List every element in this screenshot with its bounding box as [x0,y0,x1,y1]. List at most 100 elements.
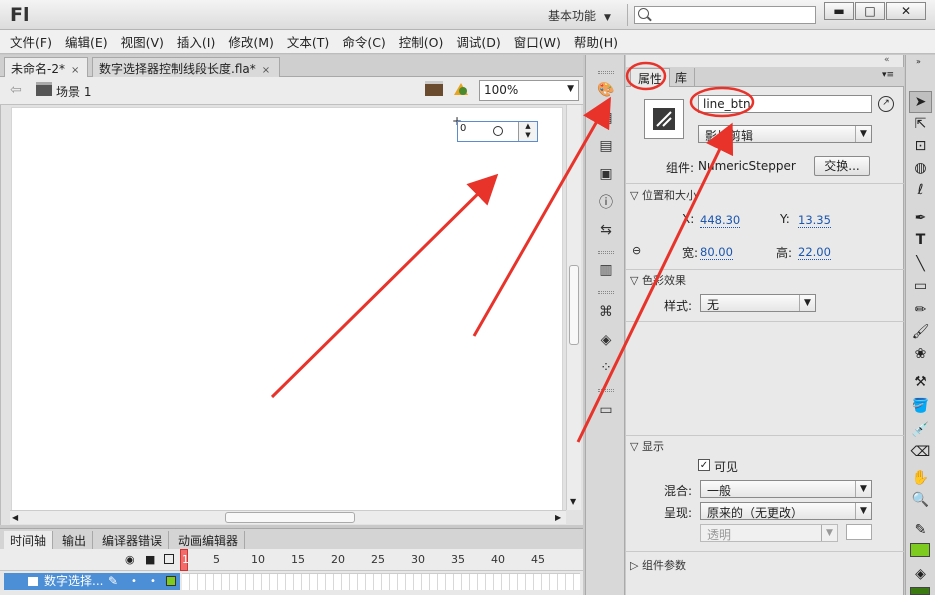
workspace-switcher[interactable]: 基本功能 ▼ [548,7,611,24]
fill-color-icon[interactable]: ◈ [909,563,932,585]
scene-panel-icon[interactable]: ⇆ [596,221,616,239]
lasso-tool-icon[interactable]: ℓ [909,179,932,201]
bone-tool-icon[interactable]: ⚒ [909,371,932,393]
eye-icon[interactable]: ◉ [125,553,135,566]
stage-canvas[interactable] [11,107,563,513]
tab-library[interactable]: 库 [668,68,696,87]
menu-window[interactable]: 窗口(W) [514,32,561,51]
instance-name-input[interactable]: line_btn [698,95,872,113]
deco-tool-icon[interactable]: ❀ [909,343,932,365]
text-tool-icon[interactable]: T [909,229,932,251]
transform-icon[interactable]: ▣ [596,165,616,183]
menu-view[interactable]: 视图(V) [121,32,164,51]
numeric-stepper-component[interactable]: 0 ▲ ▼ [457,121,538,142]
panel-menu-icon[interactable]: ▾≡ [882,70,894,80]
back-arrow-icon[interactable]: ⇦ [10,82,22,98]
subselection-tool-icon[interactable]: ⇱ [909,113,932,135]
eyedropper-tool-icon[interactable]: 💉 [909,419,932,441]
motion-presets-icon[interactable]: ⁘ [596,359,616,377]
section-color-effect[interactable]: ▽ 色彩效果 [630,272,686,288]
section-display[interactable]: ▽ 显示 [630,438,664,454]
symbol-type-select[interactable]: 影片剪辑 ▼ [698,125,872,143]
pin-icon[interactable]: ↗ [878,96,894,112]
paint-bucket-tool-icon[interactable]: 🪣 [909,395,932,417]
timeline-frames[interactable] [182,573,580,590]
lock-icon[interactable]: ■ [145,553,155,566]
scroll-left-icon[interactable]: ◀ [12,513,18,522]
edit-symbols-icon[interactable] [452,81,470,97]
3d-rotation-tool-icon[interactable]: ◍ [909,157,932,179]
tab-output[interactable]: 输出 [56,531,94,550]
selection-tool-icon[interactable]: ➤ [909,91,932,113]
library-icon[interactable]: ▥ [596,261,616,279]
collapse-panel-icon[interactable]: « [884,55,890,65]
menu-edit[interactable]: 编辑(E) [65,32,108,51]
info-icon[interactable]: ⓘ [596,193,616,211]
menu-control[interactable]: 控制(O) [399,32,444,51]
collapse-tools-icon[interactable]: » [916,57,921,66]
maximize-button[interactable]: □ [855,2,885,20]
stepper-arrows-icon[interactable]: ▲ ▼ [518,122,537,141]
tab-timeline[interactable]: 时间轴 [4,531,54,550]
search-input[interactable] [634,6,816,24]
swap-button[interactable]: 交换... [814,156,870,176]
hand-tool-icon[interactable]: ✋ [909,467,932,489]
close-icon[interactable]: × [71,65,79,76]
fill-color-swatch[interactable] [910,587,930,595]
layer-color-swatch[interactable] [166,576,176,586]
project-icon[interactable]: ▭ [596,401,616,419]
zoom-tool-icon[interactable]: 🔍 [909,489,932,511]
close-icon[interactable]: × [262,65,270,76]
link-icon[interactable]: ⊖ [632,244,641,257]
zoom-select[interactable]: 100% ▼ [479,80,579,101]
blend-select[interactable]: 一般 ▼ [700,480,872,498]
align-icon[interactable]: ▤ [596,137,616,155]
section-position-size[interactable]: ▽ 位置和大小 [630,187,697,203]
pen-tool-icon[interactable]: ✒ [909,207,932,229]
tab-compiler-errors[interactable]: 编译器错误 [96,531,170,550]
section-component-params[interactable]: ▷ 组件参数 [630,557,686,573]
menu-modify[interactable]: 修改(M) [228,32,274,51]
doc-tab-fla[interactable]: 数字选择器控制线段长度.fla* × [92,57,280,77]
stroke-color-swatch[interactable] [910,543,930,557]
render-select[interactable]: 原来的（无更改） ▼ [700,502,872,520]
height-value[interactable]: 22.00 [798,245,831,260]
close-button[interactable]: ✕ [886,2,926,20]
stroke-color-icon[interactable]: ✎ [909,519,932,541]
scrollbar-thumb[interactable] [225,512,355,523]
visibility-dot-icon[interactable]: • [131,573,137,590]
scrollbar-thumb[interactable] [569,265,579,345]
actions-icon[interactable]: ⌘ [596,303,616,321]
pencil-tool-icon[interactable]: ✏ [909,299,932,321]
width-value[interactable]: 80.00 [700,245,733,260]
minimize-button[interactable]: ▬ [824,2,854,20]
lock-dot-icon[interactable]: • [150,573,156,590]
outline-icon[interactable] [164,554,174,564]
color-palette-icon[interactable]: 🎨 [596,81,616,99]
horizontal-scrollbar[interactable]: ◀ ▶ [10,510,566,524]
x-value[interactable]: 448.30 [700,213,741,228]
menu-help[interactable]: 帮助(H) [574,32,618,51]
free-transform-tool-icon[interactable]: ⊡ [909,135,932,157]
components-icon[interactable]: ◈ [596,331,616,349]
menu-debug[interactable]: 调试(D) [456,32,500,51]
brush-tool-icon[interactable]: 🖌 [909,321,932,343]
layer-row[interactable]: 数字选择... ✎ • • [4,573,180,590]
scroll-right-icon[interactable]: ▶ [555,513,561,522]
menu-file[interactable]: 文件(F) [10,32,52,51]
edit-scene-icon[interactable] [425,81,443,96]
scroll-down-icon[interactable]: ▼ [570,497,576,506]
tab-motion-editor[interactable]: 动画编辑器 [172,531,246,550]
menu-insert[interactable]: 插入(I) [177,32,215,51]
eraser-tool-icon[interactable]: ⌫ [909,441,932,463]
visible-checkbox[interactable]: ✓ [698,459,710,471]
menu-text[interactable]: 文本(T) [287,32,329,51]
doc-tab-untitled[interactable]: 未命名-2* × [4,57,88,77]
y-value[interactable]: 13.35 [798,213,831,228]
rectangle-tool-icon[interactable]: ▭ [909,275,932,297]
swatches-icon[interactable]: ▦ [596,109,616,127]
style-select[interactable]: 无 ▼ [700,294,816,312]
tab-properties[interactable]: 属性 [630,68,671,87]
menu-commands[interactable]: 命令(C) [342,32,385,51]
vertical-scrollbar[interactable]: ▼ [566,105,581,510]
